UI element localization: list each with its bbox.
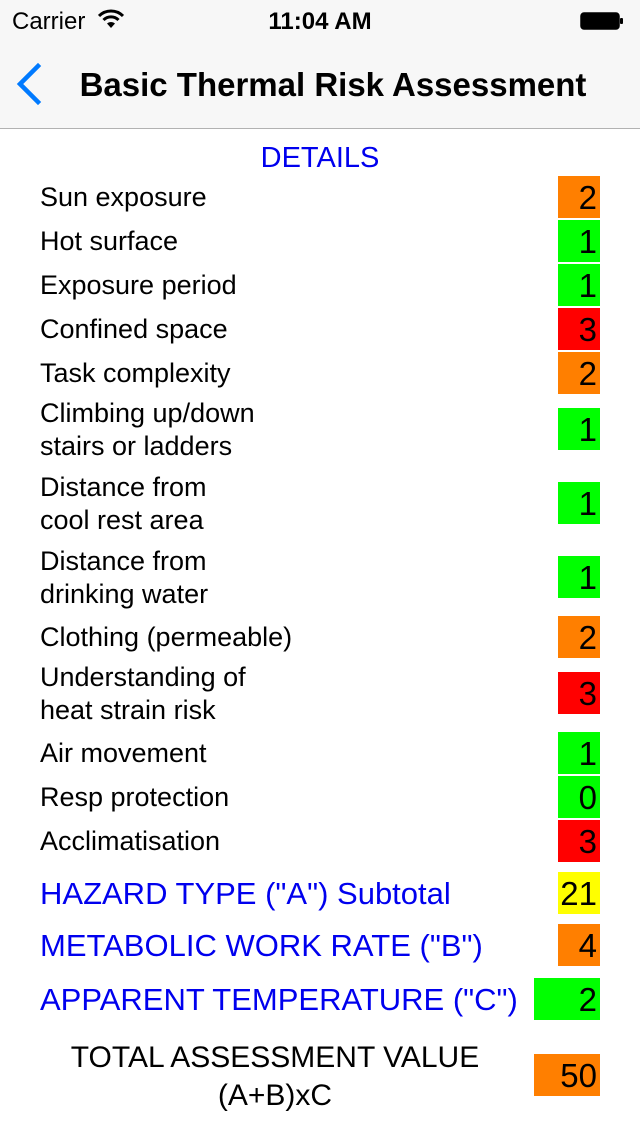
risk-value-box[interactable]: 1 (558, 482, 600, 524)
item-label: Task complexity (40, 358, 231, 388)
item-label: Air movement (40, 738, 207, 768)
total-assessment-value: 50 (534, 1054, 600, 1096)
clock: 11:04 AM (268, 8, 372, 35)
page-title: Basic Thermal Risk Assessment (79, 66, 587, 103)
item-label-line1: Distance from (40, 472, 207, 502)
item-label: Confined space (40, 314, 228, 344)
apparent-temperature-label[interactable]: APPARENT TEMPERATURE ("C") (40, 982, 518, 1018)
hazard-subtotal-label: HAZARD TYPE ("A") Subtotal (40, 876, 451, 911)
item-label: Hot surface (40, 226, 179, 256)
metabolic-rate-value[interactable]: 4 (558, 924, 600, 966)
item-label-line2: heat strain risk (40, 695, 216, 725)
risk-value-box[interactable]: 1 (558, 732, 600, 774)
item-label: Exposure period (40, 270, 237, 300)
metabolic-rate-label[interactable]: METABOLIC WORK RATE ("B") (40, 928, 483, 964)
risk-value-box[interactable]: 3 (558, 672, 600, 714)
risk-value-box[interactable]: 1 (558, 264, 600, 306)
total-assessment-label-line1: TOTAL ASSESSMENT VALUE (70, 1041, 480, 1074)
risk-value-box[interactable]: 0 (558, 776, 600, 818)
hazard-subtotal-value: 21 (558, 872, 600, 914)
risk-value-box[interactable]: 1 (558, 220, 600, 262)
item-label: Sun exposure (40, 182, 207, 212)
status-bar: Carrier 11:04 AM (0, 0, 640, 40)
navigation-bar: Basic Thermal Risk Assessment (0, 40, 640, 129)
battery-icon (580, 12, 623, 30)
apparent-temperature-value[interactable]: 2 (534, 978, 600, 1020)
item-label: Acclimatisation (40, 826, 221, 856)
risk-value-box[interactable]: 2 (558, 176, 600, 218)
total-assessment-label-line2: (A+B)xC (217, 1079, 333, 1112)
item-label: Clothing (permeable) (40, 622, 293, 652)
item-label-line2: drinking water (40, 579, 209, 609)
risk-value-box[interactable]: 1 (558, 556, 600, 598)
item-label-line2: cool rest area (40, 505, 204, 535)
risk-value-box[interactable]: 2 (558, 616, 600, 658)
details-header: DETAILS (260, 142, 380, 174)
item-label-line2: stairs or ladders (40, 431, 233, 461)
risk-value-box[interactable]: 1 (558, 408, 600, 450)
item-label-line1: Climbing up/down (40, 398, 255, 428)
risk-value-box[interactable]: 3 (558, 308, 600, 350)
item-label-line1: Understanding of (40, 662, 246, 692)
item-label: Resp protection (40, 782, 230, 812)
risk-value-box[interactable]: 2 (558, 352, 600, 394)
risk-value-box[interactable]: 3 (558, 820, 600, 862)
item-label-line1: Distance from (40, 546, 207, 576)
